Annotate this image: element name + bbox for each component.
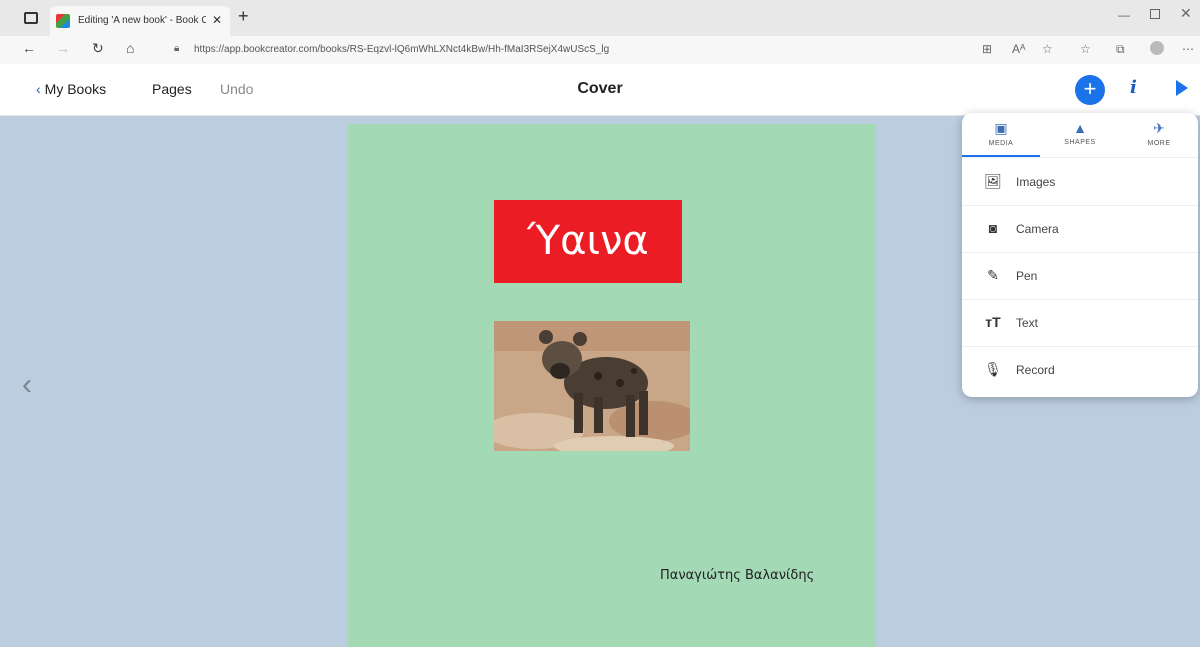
text-icon: тT: [985, 314, 1001, 330]
close-window-icon[interactable]: ✕: [1180, 5, 1192, 22]
pen-menu-item[interactable]: ✎ Pen: [962, 253, 1198, 299]
address-bar: ← → ↻ ⌂ 🔒︎ https://app.bookcreator.com/b…: [0, 36, 1200, 64]
images-label: Images: [1016, 175, 1056, 189]
images-icon: 🖼︎: [984, 173, 1002, 189]
camera-icon: ◙: [988, 220, 998, 236]
add-button[interactable]: +: [1075, 75, 1105, 105]
cover-author[interactable]: Παναγιώτης Βαλανίδης: [660, 568, 814, 583]
pages-button[interactable]: Pages: [152, 81, 192, 97]
tab-actions-icon[interactable]: [24, 12, 38, 24]
camera-label: Camera: [1016, 222, 1059, 236]
back-arrow-icon[interactable]: ←: [22, 40, 36, 56]
hyena-photo: [494, 321, 690, 451]
home-icon[interactable]: ⌂: [126, 40, 134, 56]
bookcreator-favicon-icon: [56, 14, 70, 28]
record-label: Record: [1016, 363, 1055, 377]
my-books-label: My Books: [44, 81, 107, 97]
close-tab-icon[interactable]: ✕: [212, 13, 222, 27]
collections-icon[interactable]: ⧉: [1116, 42, 1125, 57]
add-favorite-icon[interactable]: ☆: [1042, 42, 1053, 56]
pen-label: Pen: [1016, 269, 1038, 283]
minimize-icon[interactable]: —: [1118, 8, 1130, 22]
camera-menu-item[interactable]: ◙ Camera: [962, 206, 1198, 252]
more-icon: ✈: [1153, 120, 1165, 136]
profile-avatar-icon[interactable]: [1150, 41, 1164, 55]
undo-button[interactable]: Undo: [220, 81, 253, 97]
reader-view-icon[interactable]: ⊞: [982, 42, 992, 56]
url-field[interactable]: 🔒︎ https://app.bookcreator.com/books/RS-…: [164, 39, 954, 61]
tab-more-label: MORE: [1147, 140, 1171, 147]
more-options-icon[interactable]: ⋯: [1182, 42, 1194, 56]
read-aloud-icon[interactable]: Aᴬ: [1012, 42, 1025, 56]
my-books-button[interactable]: ‹ My Books: [36, 81, 106, 97]
new-tab-icon[interactable]: +: [238, 6, 249, 27]
text-label: Text: [1016, 316, 1039, 330]
refresh-icon[interactable]: ↻: [92, 40, 104, 57]
browser-tab[interactable]: Editing 'A new book' - Book Cre ✕: [50, 6, 230, 36]
tab-media-label: MEDIA: [988, 140, 1014, 147]
book-cover-page[interactable]: Ύαινα Παναγιώτης Βαλανίδης: [348, 124, 876, 647]
media-icon: ▣: [994, 120, 1008, 136]
microphone-icon: 🎙︎: [984, 361, 1002, 377]
cover-title[interactable]: Ύαινα: [494, 200, 682, 283]
divider: [962, 157, 1198, 158]
previous-page-icon[interactable]: ‹: [22, 368, 32, 402]
browser-tab-strip: Editing 'A new book' - Book Cre ✕ + — ✕: [0, 0, 1200, 36]
insert-panel: ▣ MEDIA ▲ SHAPES ✈ MORE 🖼︎ Images ◙ Came…: [962, 113, 1198, 397]
tab-shapes-label: SHAPES: [1064, 139, 1096, 146]
tab-shapes[interactable]: ▲ SHAPES: [1041, 113, 1119, 157]
url-text: https://app.bookcreator.com/books/RS-Eqz…: [194, 44, 610, 55]
tab-more[interactable]: ✈ MORE: [1120, 113, 1198, 157]
hyena-image[interactable]: [494, 321, 690, 451]
record-menu-item[interactable]: 🎙︎ Record: [962, 347, 1198, 393]
chevron-left-icon: ‹: [36, 81, 41, 97]
tab-media[interactable]: ▣ MEDIA: [962, 113, 1040, 157]
forward-arrow-icon[interactable]: →: [56, 40, 70, 56]
app-header: ‹ My Books Pages Undo Cover + i: [0, 64, 1200, 116]
pen-icon: ✎: [987, 267, 999, 283]
info-button[interactable]: i: [1130, 77, 1137, 98]
shapes-icon: ▲: [1073, 120, 1087, 136]
tab-title: Editing 'A new book' - Book Cre: [78, 15, 206, 26]
text-menu-item[interactable]: тT Text: [962, 300, 1198, 346]
maximize-icon[interactable]: [1150, 9, 1160, 19]
lock-icon: 🔒︎: [174, 43, 180, 54]
play-icon[interactable]: [1176, 80, 1188, 96]
images-menu-item[interactable]: 🖼︎ Images: [962, 159, 1198, 205]
favorites-icon[interactable]: ☆: [1080, 42, 1091, 56]
